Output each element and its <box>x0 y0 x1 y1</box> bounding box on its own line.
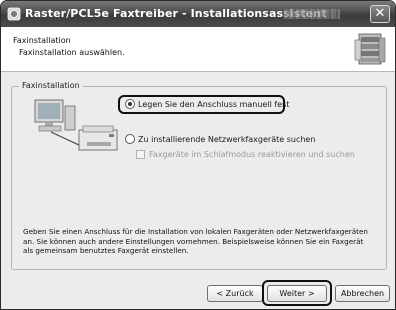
computer-printer-illustration <box>34 99 118 151</box>
checkbox-sleep-mode: Faxgeräte im Schlafmodus reaktivieren un… <box>136 150 355 159</box>
close-button[interactable]: ✕ <box>370 5 390 23</box>
checkbox <box>136 150 145 159</box>
window-title: Raster/PCL5e Faxtreiber - Installationsa… <box>25 7 327 20</box>
groupbox-legend: Faxinstallation <box>19 81 83 90</box>
next-highlight-frame <box>262 280 332 306</box>
printer-stack-icon <box>354 33 386 65</box>
radio-search-network[interactable]: Zu installierende Netzwerkfaxgeräte such… <box>125 134 315 144</box>
checkbox-sleep-mode-label: Faxgeräte im Schlafmodus reaktivieren un… <box>149 150 355 159</box>
cancel-button[interactable]: Abbrechen <box>335 285 390 302</box>
close-icon: ✕ <box>374 6 386 21</box>
app-icon <box>7 7 21 21</box>
radio-button[interactable] <box>125 134 135 144</box>
description-text: Geben Sie einen Anschluss für die Instal… <box>23 227 368 255</box>
option-highlight-frame <box>118 95 285 114</box>
back-button[interactable]: < Zurück <box>207 285 263 302</box>
header-subtitle: Faxinstallation auswählen. <box>19 48 125 57</box>
redacted-title-text <box>284 9 340 19</box>
wizard-header: Faxinstallation Faxinstallation auswähle… <box>1 27 395 72</box>
installer-window: Raster/PCL5e Faxtreiber - Installationsa… <box>0 0 396 310</box>
header-title: Faxinstallation <box>13 36 71 45</box>
radio-search-network-label: Zu installierende Netzwerkfaxgeräte such… <box>138 134 316 144</box>
title-bar[interactable]: Raster/PCL5e Faxtreiber - Installationsa… <box>1 1 395 27</box>
